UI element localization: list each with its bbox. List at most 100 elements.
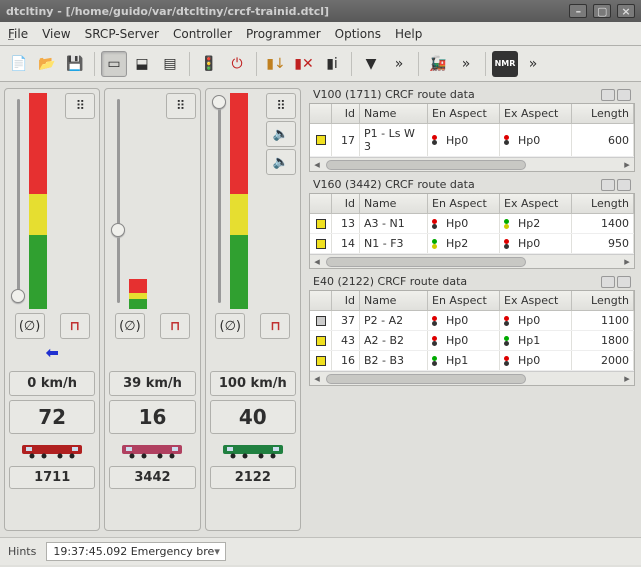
table-row[interactable]: 16 B2 - B3 Hp1 Hp0 2000 bbox=[310, 351, 634, 371]
col-length[interactable]: Length bbox=[572, 194, 634, 213]
col-length[interactable]: Length bbox=[572, 104, 634, 123]
table-row[interactable]: 43 A2 - B2 Hp0 Hp1 1800 bbox=[310, 331, 634, 351]
route-group-title: E40 (2122) CRCF route data bbox=[313, 275, 599, 288]
horizontal-scrollbar[interactable]: ◂ ▸ bbox=[310, 157, 634, 171]
horizontal-scrollbar[interactable]: ◂ ▸ bbox=[310, 371, 634, 385]
table-row[interactable]: 14 N1 - F3 Hp2 Hp0 950 bbox=[310, 234, 634, 254]
menu-help[interactable]: Help bbox=[395, 27, 422, 41]
new-file-icon[interactable]: 📄 bbox=[6, 51, 32, 77]
col-en-aspect[interactable]: En Aspect bbox=[428, 194, 500, 213]
dice-button[interactable]: ⠿ bbox=[65, 93, 95, 119]
col-add-icon[interactable]: ▮↓ bbox=[263, 51, 289, 77]
more-2-icon[interactable]: » bbox=[453, 51, 479, 77]
speed-slider[interactable] bbox=[9, 93, 63, 309]
menu-programmer[interactable]: Programmer bbox=[246, 27, 321, 41]
col-name[interactable]: Name bbox=[360, 194, 428, 213]
maximize-button[interactable]: ▢ bbox=[593, 4, 611, 18]
menu-srcp[interactable]: SRCP-Server bbox=[85, 27, 159, 41]
menu-controller[interactable]: Controller bbox=[173, 27, 232, 41]
detach-icon[interactable] bbox=[601, 276, 615, 288]
cell-ex-aspect: Hp2 bbox=[500, 214, 572, 233]
col-status[interactable] bbox=[310, 291, 332, 310]
slider-thumb[interactable] bbox=[11, 289, 25, 303]
speed-slider[interactable] bbox=[109, 93, 163, 309]
dropdown-arrow-icon: ▾ bbox=[214, 545, 220, 558]
close-button[interactable]: × bbox=[617, 4, 635, 18]
pantograph-button[interactable] bbox=[160, 313, 190, 339]
speaker-button[interactable]: 🔈 bbox=[266, 149, 296, 175]
route-status-icon bbox=[316, 135, 326, 145]
menu-file[interactable]: File bbox=[8, 27, 28, 41]
route-group: V100 (1711) CRCF route data Id Name En A… bbox=[309, 86, 635, 172]
detach-icon[interactable] bbox=[601, 179, 615, 191]
menu-view[interactable]: View bbox=[42, 27, 70, 41]
close-group-icon[interactable] bbox=[617, 276, 631, 288]
cell-name: P2 - A2 bbox=[360, 311, 428, 330]
minimize-button[interactable]: – bbox=[569, 4, 587, 18]
col-length[interactable]: Length bbox=[572, 291, 634, 310]
cell-name: N1 - F3 bbox=[360, 234, 428, 253]
col-name[interactable]: Name bbox=[360, 291, 428, 310]
col-info-icon[interactable]: ▮i bbox=[319, 51, 345, 77]
loco-image bbox=[210, 438, 296, 462]
speaker-button[interactable]: 🔈 bbox=[266, 121, 296, 147]
dice-button[interactable]: ⠿ bbox=[166, 93, 196, 119]
col-id[interactable]: Id bbox=[332, 104, 360, 123]
brake-button[interactable]: (∅) bbox=[115, 313, 145, 339]
table-row[interactable]: 13 A3 - N1 Hp0 Hp2 1400 bbox=[310, 214, 634, 234]
pantograph-button[interactable] bbox=[60, 313, 90, 339]
log-dropdown[interactable]: 19:37:45.092 Emergency bre ▾ bbox=[46, 542, 226, 561]
slider-thumb[interactable] bbox=[212, 95, 226, 109]
col-ex-aspect[interactable]: Ex Aspect bbox=[500, 104, 572, 123]
power-off-icon[interactable]: ⏻ bbox=[224, 51, 250, 77]
menu-options[interactable]: Options bbox=[335, 27, 381, 41]
view-mode-2-icon[interactable]: ⬓ bbox=[129, 51, 155, 77]
close-group-icon[interactable] bbox=[617, 89, 631, 101]
flag-icon[interactable]: ▼ bbox=[358, 51, 384, 77]
detach-icon[interactable] bbox=[601, 89, 615, 101]
col-id[interactable]: Id bbox=[332, 194, 360, 213]
slider-thumb[interactable] bbox=[111, 223, 125, 237]
horizontal-scrollbar[interactable]: ◂ ▸ bbox=[310, 254, 634, 268]
direction-left-icon[interactable]: ⬅ bbox=[45, 343, 58, 367]
brake-button[interactable]: (∅) bbox=[215, 313, 245, 339]
main-area: ⠿ (∅) ⬅ 0 km/h 72 1711 bbox=[0, 82, 641, 537]
train-icon[interactable]: 🚂 bbox=[425, 51, 451, 77]
open-file-icon[interactable]: 📂 bbox=[34, 51, 60, 77]
pantograph-button[interactable] bbox=[260, 313, 290, 339]
col-status[interactable] bbox=[310, 194, 332, 213]
col-id[interactable]: Id bbox=[332, 291, 360, 310]
speed-slider[interactable] bbox=[210, 93, 264, 309]
brake-button[interactable]: (∅) bbox=[15, 313, 45, 339]
scrollbar-thumb[interactable] bbox=[326, 257, 526, 267]
more-3-icon[interactable]: » bbox=[520, 51, 546, 77]
col-en-aspect[interactable]: En Aspect bbox=[428, 291, 500, 310]
loco-image bbox=[109, 438, 195, 462]
view-mode-3-icon[interactable]: ▤ bbox=[157, 51, 183, 77]
scroll-right-icon[interactable]: ▸ bbox=[620, 372, 634, 385]
scroll-right-icon[interactable]: ▸ bbox=[620, 158, 634, 171]
view-mode-1-icon[interactable]: ▭ bbox=[101, 51, 127, 77]
nmr-icon[interactable]: NMR bbox=[492, 51, 518, 77]
col-en-aspect[interactable]: En Aspect bbox=[428, 104, 500, 123]
col-status[interactable] bbox=[310, 104, 332, 123]
more-1-icon[interactable]: » bbox=[386, 51, 412, 77]
loco-panel-area: ⠿ (∅) ⬅ 0 km/h 72 1711 bbox=[0, 82, 305, 537]
scroll-left-icon[interactable]: ◂ bbox=[310, 372, 324, 385]
col-ex-aspect[interactable]: Ex Aspect bbox=[500, 291, 572, 310]
col-del-icon[interactable]: ▮✕ bbox=[291, 51, 317, 77]
table-row[interactable]: 17 P1 - Ls W 3 Hp0 Hp0 600 bbox=[310, 124, 634, 157]
signal-tool-icon[interactable]: 🚦 bbox=[196, 51, 222, 77]
save-file-icon[interactable]: 💾 bbox=[62, 51, 88, 77]
table-row[interactable]: 37 P2 - A2 Hp0 Hp0 1100 bbox=[310, 311, 634, 331]
scroll-left-icon[interactable]: ◂ bbox=[310, 158, 324, 171]
col-ex-aspect[interactable]: Ex Aspect bbox=[500, 194, 572, 213]
scroll-right-icon[interactable]: ▸ bbox=[620, 255, 634, 268]
dice-button[interactable]: ⠿ bbox=[266, 93, 296, 119]
scroll-left-icon[interactable]: ◂ bbox=[310, 255, 324, 268]
scrollbar-thumb[interactable] bbox=[326, 374, 526, 384]
col-name[interactable]: Name bbox=[360, 104, 428, 123]
scrollbar-thumb[interactable] bbox=[326, 160, 526, 170]
close-group-icon[interactable] bbox=[617, 179, 631, 191]
cell-name: A2 - B2 bbox=[360, 331, 428, 350]
